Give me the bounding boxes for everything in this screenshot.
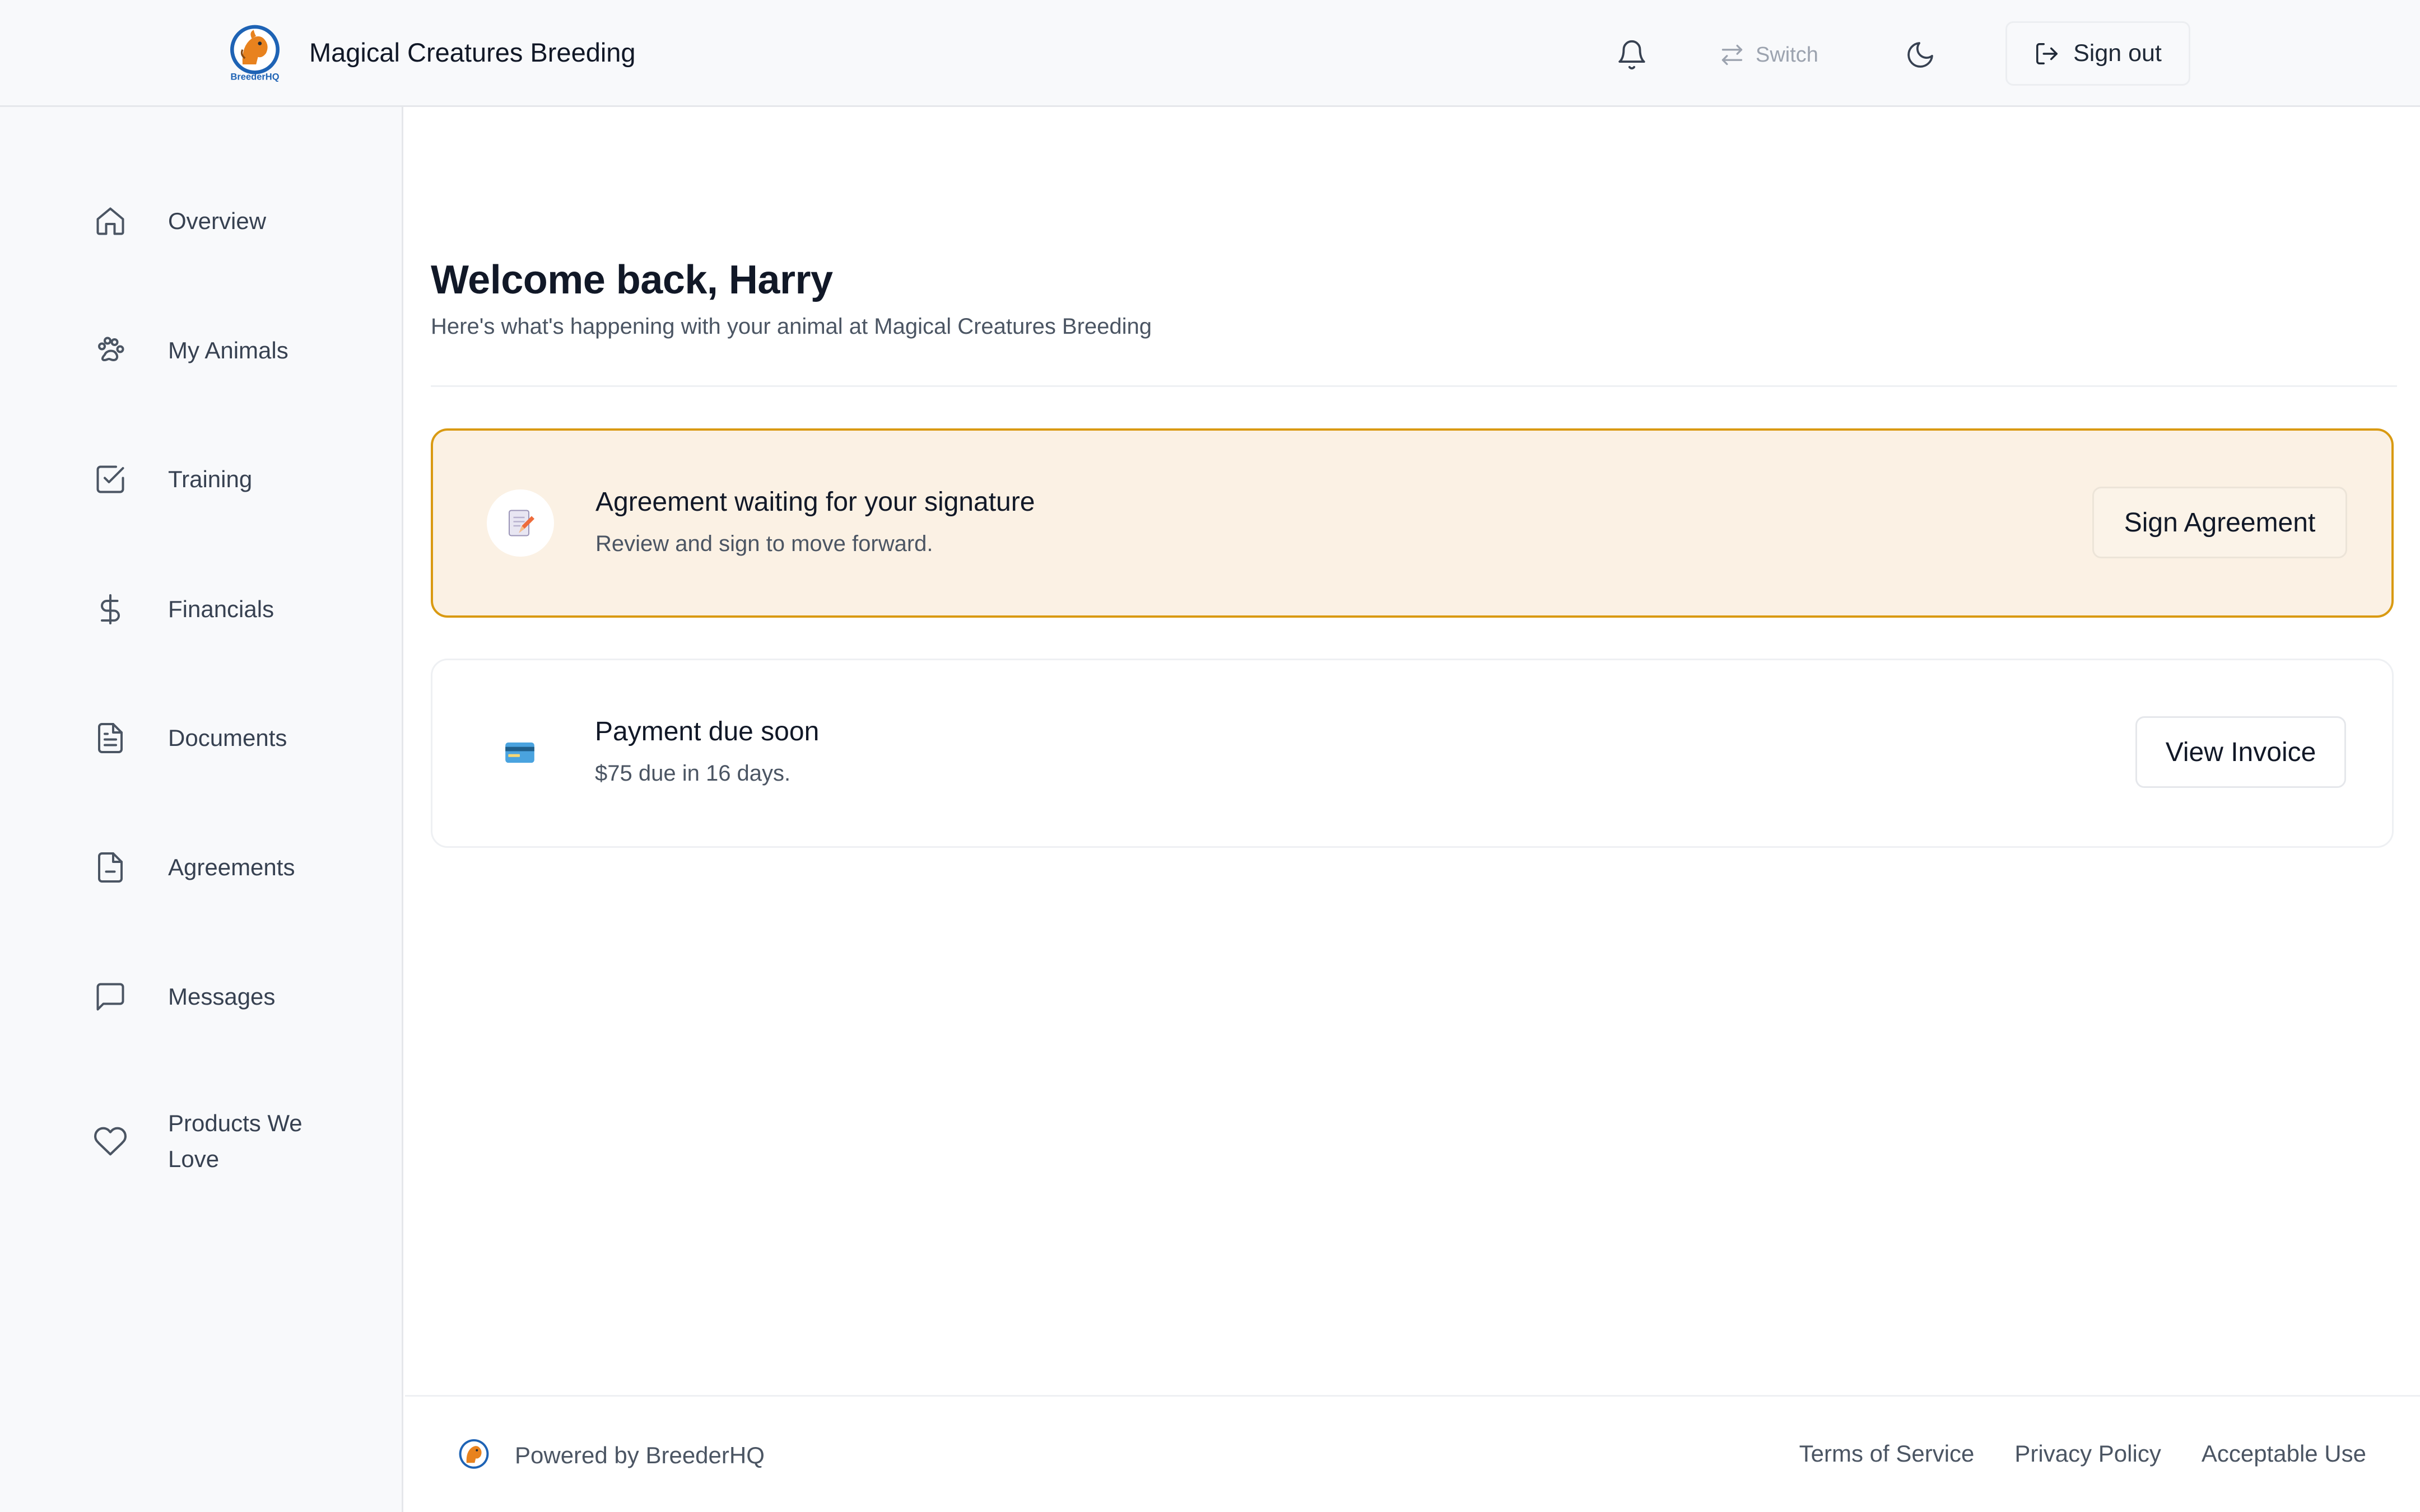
agreement-file-icon <box>90 847 131 888</box>
payment-card-description: $75 due in 16 days. <box>595 761 791 786</box>
view-invoice-button[interactable]: View Invoice <box>2135 716 2346 788</box>
sidebar-item-label: Documents <box>168 725 287 751</box>
brand[interactable]: BreederHQ Magical Creatures Breeding <box>224 21 636 83</box>
main-content: Welcome back, Harry Here's what's happen… <box>405 107 2420 1395</box>
sidebar-item-label: Financials <box>168 596 274 622</box>
breederhq-logo-small <box>459 1439 489 1469</box>
footer: Powered by BreederHQ Terms of Service Pr… <box>405 1395 2420 1512</box>
bell-icon <box>1618 40 1645 69</box>
agreement-alert-card: Agreement waiting for your signature Rev… <box>431 428 2394 618</box>
memo-icon <box>487 489 554 557</box>
switch-label: Switch <box>1756 43 1818 67</box>
footer-brand: Powered by BreederHQ <box>455 1437 765 1474</box>
acceptable-use-link[interactable]: Acceptable Use <box>2202 1440 2366 1467</box>
sign-out-icon <box>2036 43 2058 64</box>
app-root: BreederHQ Magical Creatures Breeding Swi… <box>0 0 2420 1512</box>
sidebar-item-my-animals[interactable]: My Animals <box>90 330 392 371</box>
powered-by-text: Powered by BreederHQ <box>515 1442 765 1468</box>
payment-card-title: Payment due soon <box>595 717 820 746</box>
sidebar-item-messages[interactable]: Messages <box>90 976 392 1018</box>
switch-button[interactable]: Switch <box>1720 34 1818 76</box>
logo-text: BreederHQ <box>230 72 279 82</box>
divider <box>431 385 2397 387</box>
document-icon <box>90 717 131 759</box>
payment-alert-card: Payment due soon $75 due in 16 days. Vie… <box>431 659 2394 848</box>
notifications-button[interactable] <box>1608 31 1656 79</box>
sidebar-item-financials[interactable]: Financials <box>90 589 392 630</box>
theme-toggle-button[interactable] <box>1896 31 1944 79</box>
sign-agreement-button[interactable]: Sign Agreement <box>2092 487 2347 558</box>
page-title: Welcome back, Harry <box>431 258 833 302</box>
sidebar-item-label: Messages <box>168 983 276 1010</box>
checkbox-icon <box>90 459 131 500</box>
sidebar-item-training[interactable]: Training <box>90 459 392 500</box>
moon-icon <box>1907 42 1933 68</box>
agreement-card-title: Agreement waiting for your signature <box>595 487 1035 517</box>
top-header: BreederHQ Magical Creatures Breeding Swi… <box>0 0 2420 107</box>
brand-name: Magical Creatures Breeding <box>309 37 636 67</box>
sidebar-item-label: Overview <box>168 208 267 234</box>
heart-icon <box>90 1121 131 1162</box>
paw-icon <box>90 330 131 371</box>
footer-links: Terms of Service Privacy Policy Acceptab… <box>1799 1440 2366 1467</box>
sidebar-item-label: Training <box>168 466 253 492</box>
sidebar-item-overview[interactable]: Overview <box>90 200 392 242</box>
privacy-policy-link[interactable]: Privacy Policy <box>2014 1440 2161 1467</box>
terms-of-service-link[interactable]: Terms of Service <box>1799 1440 1975 1467</box>
message-icon <box>90 976 131 1018</box>
sidebar-item-label: Agreements <box>168 854 295 880</box>
switch-arrows-icon <box>1721 44 1743 66</box>
sign-out-label: Sign out <box>2073 40 2162 67</box>
sidebar-item-products-we-love[interactable]: Products We Love <box>90 1105 392 1177</box>
breederhq-logo: BreederHQ <box>230 25 280 82</box>
sidebar-item-label: My Animals <box>168 337 288 363</box>
home-icon <box>90 200 131 242</box>
sidebar-item-documents[interactable]: Documents <box>90 717 392 759</box>
agreement-card-description: Review and sign to move forward. <box>595 531 933 556</box>
credit-card-icon <box>486 719 553 786</box>
sidebar: Overview My Animals Training Financials … <box>0 107 403 1512</box>
sign-out-button[interactable]: Sign out <box>2005 21 2190 86</box>
dollar-icon <box>90 589 131 630</box>
sidebar-item-label: Products We Love <box>168 1110 302 1172</box>
page-subtitle: Here's what's happening with your animal… <box>431 314 1152 339</box>
sidebar-item-agreements[interactable]: Agreements <box>90 847 392 888</box>
